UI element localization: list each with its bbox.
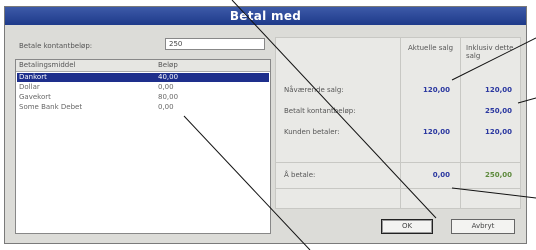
callout-lines bbox=[183, 0, 536, 250]
callout-line bbox=[451, 187, 536, 199]
callout-line bbox=[183, 115, 311, 250]
callout-line bbox=[517, 97, 536, 104]
callout-line bbox=[451, 37, 536, 81]
callout-line bbox=[231, 0, 437, 219]
